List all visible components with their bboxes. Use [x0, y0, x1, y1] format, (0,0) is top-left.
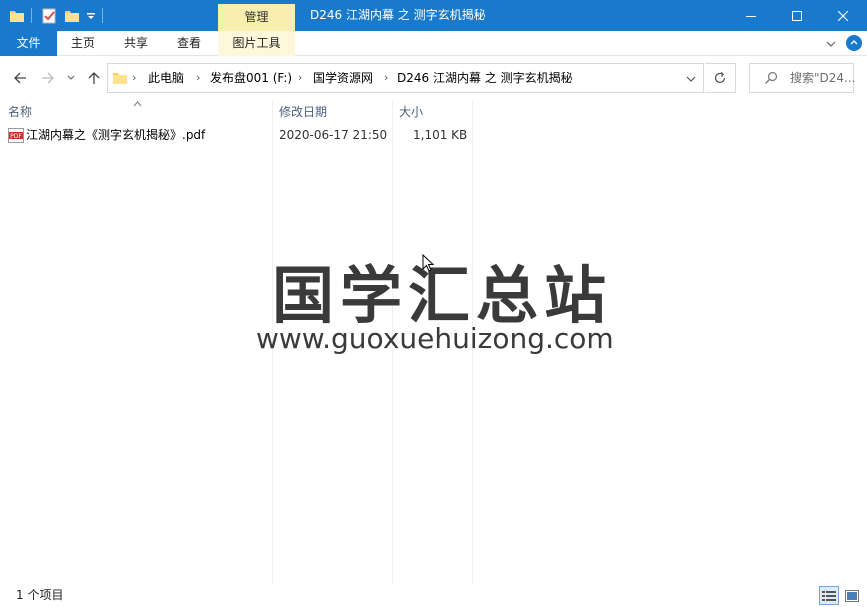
item-count: 1 个项目: [16, 588, 64, 602]
sort-ascending-icon: [133, 96, 142, 110]
chevron-right-icon: ›: [132, 71, 137, 84]
mouse-cursor-icon: [422, 253, 435, 275]
tab-home[interactable]: 主页: [57, 31, 109, 56]
up-button[interactable]: [85, 68, 103, 88]
folder-icon[interactable]: [9, 5, 25, 27]
search-placeholder: 搜索"D24...: [790, 71, 856, 85]
address-history-dropdown-icon[interactable]: [686, 73, 696, 87]
new-folder-icon[interactable]: [64, 5, 80, 27]
maximize-button[interactable]: [774, 0, 820, 31]
svg-text:PDF: PDF: [10, 133, 22, 140]
refresh-icon: [714, 72, 726, 84]
back-button[interactable]: [11, 68, 29, 88]
search-input[interactable]: 搜索"D24...: [749, 63, 856, 93]
search-icon: [764, 71, 778, 88]
file-name: 江湖内幕之《测字玄机揭秘》.pdf: [26, 128, 206, 142]
help-icon[interactable]: [846, 35, 862, 51]
tab-file[interactable]: 文件: [0, 31, 57, 56]
file-size: 1,101 KB: [413, 128, 468, 142]
large-icons-view-button[interactable]: [842, 586, 862, 605]
folder-icon: [112, 70, 128, 89]
watermark-url: www.guoxuehuizong.com: [256, 322, 614, 355]
large-icons-view-icon: [845, 589, 859, 602]
close-button[interactable]: [820, 0, 866, 31]
breadcrumb-guoxue-resources[interactable]: 国学资源网: [313, 64, 373, 92]
refresh-button[interactable]: [705, 63, 736, 93]
chevron-right-icon: ›: [298, 71, 303, 84]
forward-button[interactable]: [39, 68, 57, 88]
breadcrumb-drive[interactable]: 发布盘001 (F:): [210, 64, 292, 92]
address-bar[interactable]: › 此电脑 › 发布盘001 (F:) › 国学资源网 › D246 江湖内幕 …: [107, 63, 704, 93]
tab-share[interactable]: 共享: [109, 31, 163, 56]
status-bar: 1 个项目: [0, 584, 867, 607]
column-header-size[interactable]: 大小: [399, 100, 423, 124]
ribbon-tabs: 文件 主页 共享 查看 图片工具: [0, 31, 867, 56]
properties-icon[interactable]: [41, 5, 57, 27]
recent-locations-button[interactable]: [64, 68, 78, 88]
customize-toolbar-icon[interactable]: [86, 5, 96, 27]
toolbar-divider: [102, 8, 103, 23]
toolbar-divider: [31, 8, 32, 23]
tab-picture-tools[interactable]: 图片工具: [218, 31, 295, 56]
title-bar: 管理 D246 江湖内幕 之 测字玄机揭秘: [0, 0, 867, 31]
file-date: 2020-06-17 21:50: [279, 128, 388, 142]
minimize-button[interactable]: [728, 0, 774, 31]
details-view-icon: [822, 590, 836, 601]
breadcrumb-this-pc[interactable]: 此电脑: [148, 64, 184, 92]
expand-ribbon-icon[interactable]: [826, 38, 836, 52]
chevron-right-icon: ›: [384, 71, 389, 84]
chevron-right-icon: ›: [196, 71, 201, 84]
file-row[interactable]: PDF 江湖内幕之《测字玄机揭秘》.pdf 2020-06-17 21:50 1…: [2, 125, 472, 146]
tab-manage[interactable]: 管理: [218, 4, 295, 31]
column-header-name[interactable]: 名称: [8, 100, 32, 124]
window-title: D246 江湖内幕 之 测字玄机揭秘: [310, 8, 486, 22]
tab-view[interactable]: 查看: [163, 31, 215, 56]
column-header-date[interactable]: 修改日期: [279, 100, 327, 124]
breadcrumb-current-folder[interactable]: D246 江湖内幕 之 测字玄机揭秘: [397, 64, 573, 92]
pdf-file-icon: PDF: [8, 128, 24, 146]
details-view-button[interactable]: [819, 586, 839, 605]
